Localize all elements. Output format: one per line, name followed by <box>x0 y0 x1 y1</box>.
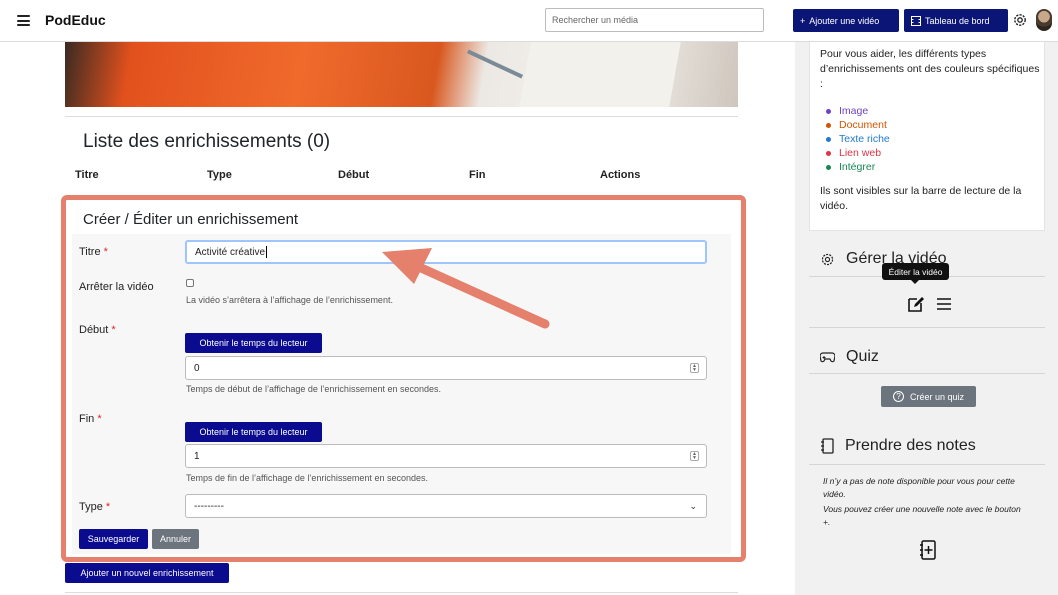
help-intro: Pour vous aider, les différents types d’… <box>820 48 1040 90</box>
top-navbar: PodEduc + Ajouter une vidéo Tableau de b… <box>0 0 1058 42</box>
divider <box>809 373 1045 374</box>
save-button[interactable]: Sauvegarder <box>79 529 148 549</box>
legend-item: Texte riche <box>826 132 890 146</box>
legend-label: Lien web <box>839 147 882 159</box>
list-icon[interactable] <box>934 294 954 314</box>
title-field[interactable]: Activité créative <box>185 240 707 264</box>
legend-label: Image <box>839 105 869 117</box>
notes-empty-message: Il n’y a pas de note disponible pour vou… <box>823 476 1015 499</box>
divider <box>65 116 738 117</box>
get-end-time-button[interactable]: Obtenir le temps du lecteur <box>185 422 322 442</box>
legend-item: Image <box>826 104 890 118</box>
legend-item: Lien web <box>826 146 890 160</box>
column-header-start: Début <box>338 169 370 181</box>
form-title: Créer / Éditer un enrichissement <box>83 211 299 228</box>
bullet-icon <box>826 136 831 142</box>
column-header-end: Fin <box>469 169 486 181</box>
column-header-actions: Actions <box>600 169 641 181</box>
notebook-icon <box>821 438 834 454</box>
column-header-type: Type <box>207 169 232 181</box>
legend-label: Intégrer <box>839 161 876 173</box>
bullet-icon <box>826 122 831 128</box>
plus-icon: + <box>800 15 806 26</box>
bullet-icon <box>826 108 831 114</box>
add-video-label: Ajouter une vidéo <box>809 15 880 26</box>
enrichment-list-title: Liste des enrichissements (0) <box>83 131 331 152</box>
video-thumbnail <box>65 42 738 107</box>
brand-logo[interactable]: PodEduc <box>45 12 106 28</box>
stop-video-label: Arrêter la vidéo <box>79 281 154 293</box>
gear-icon <box>821 253 834 265</box>
chevron-down-icon: ⌄ <box>689 501 697 511</box>
question-circle-icon: ? <box>892 391 904 402</box>
bullet-icon <box>826 150 831 156</box>
divider <box>809 327 1045 328</box>
film-icon <box>911 15 921 26</box>
help-outro: Ils sont visibles sur la barre de lectur… <box>820 185 1022 212</box>
enrichment-type-legend: Image Document Texte riche Lien web Intégrer <box>826 104 890 174</box>
title-label: Titre * <box>79 246 108 258</box>
edit-video-tooltip: Éditer la vidéo <box>882 263 949 284</box>
bullet-icon <box>826 164 831 170</box>
quiz-heading: Quiz <box>820 348 879 366</box>
end-time-field[interactable]: 1 ▲ ▼ <box>185 444 707 468</box>
legend-item: Document <box>826 118 890 132</box>
divider <box>65 592 738 593</box>
start-label: Début * <box>79 324 116 336</box>
add-note-icon[interactable] <box>918 540 938 560</box>
column-header-title: Titre <box>75 169 99 181</box>
end-label: Fin * <box>79 413 102 425</box>
menu-icon[interactable] <box>17 15 30 26</box>
legend-label: Document <box>839 119 887 131</box>
type-select[interactable]: --------- ⌄ <box>185 494 707 518</box>
cancel-button[interactable]: Annuler <box>152 529 199 549</box>
create-quiz-button[interactable]: ? Créer un quiz <box>881 386 976 407</box>
edit-video-icon[interactable] <box>905 294 925 314</box>
end-help: Temps de fin de l’affichage de l’enrichi… <box>186 473 428 483</box>
add-enrichment-button[interactable]: Ajouter un nouvel enrichissement <box>65 563 229 583</box>
start-help: Temps de début de l’affichage de l’enric… <box>186 384 441 394</box>
gear-icon[interactable] <box>1012 12 1028 28</box>
add-video-button[interactable]: + Ajouter une vidéo <box>793 9 899 32</box>
gamepad-icon <box>820 352 835 363</box>
stop-video-help: La vidéo s’arrêtera à l’affichage de l’e… <box>186 295 393 305</box>
start-time-field[interactable]: 0 ▲ ▼ <box>185 356 707 380</box>
stop-video-checkbox[interactable] <box>186 279 194 287</box>
divider <box>809 464 1045 465</box>
spinner-icon[interactable]: ▲ ▼ <box>690 363 699 373</box>
type-label: Type * <box>79 501 111 513</box>
spinner-icon[interactable]: ▲ ▼ <box>690 451 699 461</box>
notes-heading: Prendre des notes <box>820 437 976 455</box>
avatar[interactable] <box>1036 9 1052 31</box>
dashboard-label: Tableau de bord <box>925 15 990 26</box>
notes-hint: Vous pouvez créer une nouvelle note avec… <box>823 504 1021 527</box>
legend-label: Texte riche <box>839 133 890 145</box>
legend-item: Intégrer <box>826 160 890 174</box>
get-start-time-button[interactable]: Obtenir le temps du lecteur <box>185 333 322 353</box>
search-input[interactable] <box>545 8 764 32</box>
dashboard-button[interactable]: Tableau de bord <box>904 9 1008 32</box>
